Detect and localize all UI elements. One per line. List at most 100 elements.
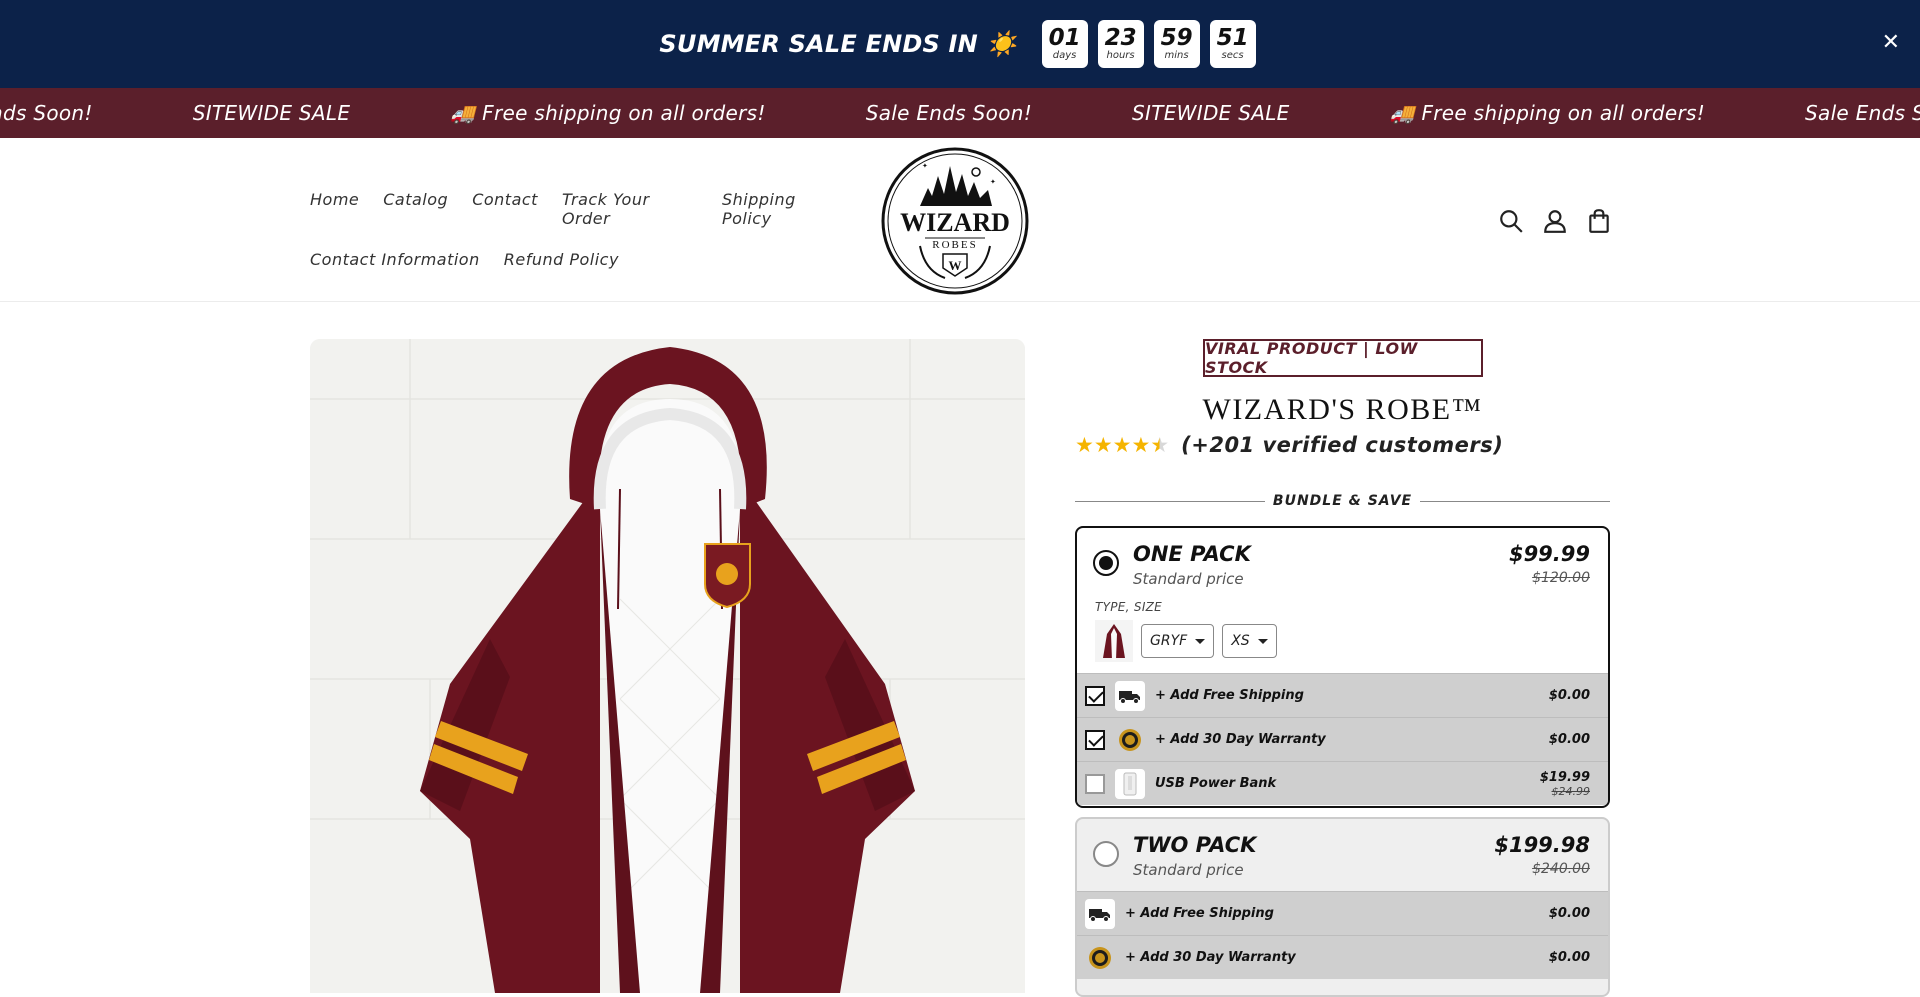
pack-name: TWO PACK bbox=[1133, 833, 1257, 857]
nav-refund-policy[interactable]: Refund Policy bbox=[504, 250, 619, 269]
addon-free-shipping: + Add Free Shipping $0.00 bbox=[1077, 891, 1608, 935]
product-image[interactable] bbox=[310, 339, 1025, 993]
countdown-days-value: 01 bbox=[1048, 25, 1081, 51]
countdown-hours-label: hours bbox=[1106, 50, 1135, 61]
pack-old-price: $240.00 bbox=[1532, 861, 1590, 877]
bundle-option-two-pack[interactable]: TWO PACK Standard price $199.98 $240.00 … bbox=[1075, 817, 1610, 997]
nav-track-order[interactable]: Track Your Order bbox=[562, 190, 698, 228]
addon-price-value: $19.99 bbox=[1539, 769, 1590, 785]
size-select-value: XS bbox=[1231, 633, 1250, 649]
account-icon[interactable] bbox=[1542, 208, 1568, 234]
addon-power-bank[interactable]: USB Power Bank $19.99 $24.99 bbox=[1077, 761, 1608, 805]
addon-warranty: + Add 30 Day Warranty $0.00 bbox=[1077, 935, 1608, 979]
chevron-down-icon bbox=[1195, 638, 1206, 644]
countdown-hours-value: 23 bbox=[1104, 25, 1137, 51]
truck-icon bbox=[1115, 680, 1145, 711]
addon-free-shipping[interactable]: + Add Free Shipping $0.00 bbox=[1077, 673, 1608, 717]
logo-subtext: ROBES bbox=[932, 239, 977, 251]
truck-icon bbox=[1085, 898, 1115, 929]
cart-icon[interactable] bbox=[1586, 208, 1612, 234]
type-select[interactable]: GRYF bbox=[1141, 624, 1215, 658]
addon-label: + Add 30 Day Warranty bbox=[1125, 950, 1296, 965]
pack-old-price: $120.00 bbox=[1532, 570, 1590, 586]
countdown-mins: 59 mins bbox=[1153, 20, 1200, 68]
addon-price: $19.99 $24.99 bbox=[1540, 770, 1590, 798]
addon-old-price: $24.99 bbox=[1551, 784, 1591, 798]
status-badge: VIRAL PRODUCT | LOW STOCK bbox=[1203, 339, 1483, 377]
countdown-banner: SUMMER SALE ENDS IN ☀️ 01 days 23 hours … bbox=[0, 0, 1920, 88]
pack-subtitle: Standard price bbox=[1133, 861, 1244, 879]
marquee-item: nds Soon! bbox=[0, 101, 93, 125]
addon-label: USB Power Bank bbox=[1155, 776, 1277, 791]
svg-text:✦: ✦ bbox=[922, 162, 928, 170]
announcement-marquee: nds Soon! SITEWIDE SALE 🚚 Free shipping … bbox=[0, 88, 1920, 138]
marquee-item: SITEWIDE SALE bbox=[192, 101, 351, 125]
site-header: Home Catalog Contact Track Your Order Sh… bbox=[0, 138, 1920, 302]
type-select-value: GRYF bbox=[1150, 633, 1188, 649]
svg-text:✦: ✦ bbox=[990, 178, 996, 186]
bundle-divider: BUNDLE & SAVE bbox=[1075, 491, 1610, 511]
type-size-label: TYPE, SIZE bbox=[1095, 600, 1163, 614]
addon-price: $0.00 bbox=[1548, 906, 1590, 921]
marquee-item: SITEWIDE SALE bbox=[1132, 101, 1290, 125]
pack-subtitle: Standard price bbox=[1133, 570, 1244, 588]
addon-warranty[interactable]: + Add 30 Day Warranty $0.00 bbox=[1077, 717, 1608, 761]
countdown-secs: 51 secs bbox=[1209, 20, 1256, 68]
radio-two-pack[interactable] bbox=[1093, 841, 1119, 867]
marquee-item: Sale Ends Soon! bbox=[865, 101, 1033, 125]
addon-price: $0.00 bbox=[1548, 732, 1590, 747]
countdown-secs-label: secs bbox=[1221, 50, 1244, 61]
size-select[interactable]: XS bbox=[1222, 624, 1277, 658]
search-icon[interactable] bbox=[1498, 208, 1524, 234]
pack-name: ONE PACK bbox=[1133, 542, 1251, 566]
countdown-days: 01 days bbox=[1041, 20, 1088, 68]
countdown-title: SUMMER SALE ENDS IN ☀️ bbox=[659, 30, 1017, 58]
star-icon: ★ bbox=[1075, 433, 1094, 457]
power-bank-icon bbox=[1115, 768, 1145, 799]
logo-mark: W bbox=[949, 258, 962, 273]
bundle-option-one-pack[interactable]: ONE PACK Standard price $99.99 $120.00 T… bbox=[1075, 526, 1610, 808]
radio-one-pack[interactable] bbox=[1093, 550, 1119, 576]
nav-home[interactable]: Home bbox=[310, 190, 359, 228]
addon-label: + Add Free Shipping bbox=[1125, 906, 1274, 921]
bundle-label: BUNDLE & SAVE bbox=[1272, 493, 1413, 509]
pack-price: $99.99 bbox=[1508, 542, 1590, 566]
countdown-mins-label: mins bbox=[1164, 50, 1189, 61]
addon-label: + Add Free Shipping bbox=[1155, 688, 1304, 703]
countdown-secs-value: 51 bbox=[1216, 25, 1249, 51]
addon-checkbox[interactable] bbox=[1085, 773, 1105, 794]
half-star-icon: ★ bbox=[1150, 433, 1170, 457]
variant-row: GRYF XS bbox=[1095, 620, 1285, 662]
addon-price: $0.00 bbox=[1548, 950, 1590, 965]
addon-checkbox[interactable] bbox=[1085, 685, 1105, 706]
warranty-badge-icon bbox=[1115, 725, 1145, 755]
countdown-hours: 23 hours bbox=[1097, 20, 1144, 68]
product-rating: ★ ★ ★ ★ ★ (+201 verified customers) bbox=[1075, 433, 1503, 457]
countdown-mins-value: 59 bbox=[1160, 25, 1193, 51]
marquee-item: Sale Ends Soon! bbox=[1805, 101, 1920, 125]
addon-checkbox[interactable] bbox=[1085, 729, 1105, 750]
star-icon: ★ bbox=[1131, 433, 1151, 457]
chevron-down-icon bbox=[1257, 638, 1268, 644]
main-nav: Home Catalog Contact Track Your Order Sh… bbox=[310, 190, 870, 291]
marquee-item: 🚚 Free shipping on all orders! bbox=[450, 101, 766, 125]
nav-contact-information[interactable]: Contact Information bbox=[310, 250, 480, 269]
product-title: WIZARD'S ROBE™ bbox=[1202, 393, 1483, 426]
star-icon: ★ bbox=[1093, 433, 1113, 457]
logo-text: WIZARD bbox=[900, 208, 1010, 237]
star-icon: ★ bbox=[1112, 433, 1132, 457]
addon-label: + Add 30 Day Warranty bbox=[1155, 732, 1326, 747]
pack-price: $199.98 bbox=[1494, 833, 1590, 857]
rating-count: (+201 verified customers) bbox=[1181, 433, 1504, 457]
warranty-badge-icon bbox=[1085, 943, 1115, 973]
header-actions bbox=[1498, 208, 1630, 234]
nav-contact[interactable]: Contact bbox=[472, 190, 538, 228]
close-icon[interactable]: ✕ bbox=[1882, 30, 1900, 55]
countdown-days-label: days bbox=[1052, 50, 1077, 61]
nav-shipping-policy[interactable]: Shipping Policy bbox=[722, 190, 846, 228]
rating-stars: ★ ★ ★ ★ ★ bbox=[1075, 434, 1169, 456]
marquee-item: 🚚 Free shipping on all orders! bbox=[1389, 101, 1706, 125]
nav-catalog[interactable]: Catalog bbox=[383, 190, 448, 228]
brand-logo[interactable]: ✦ ✦ WIZARD ROBES W bbox=[880, 146, 1030, 296]
variant-thumbnail bbox=[1095, 620, 1133, 662]
